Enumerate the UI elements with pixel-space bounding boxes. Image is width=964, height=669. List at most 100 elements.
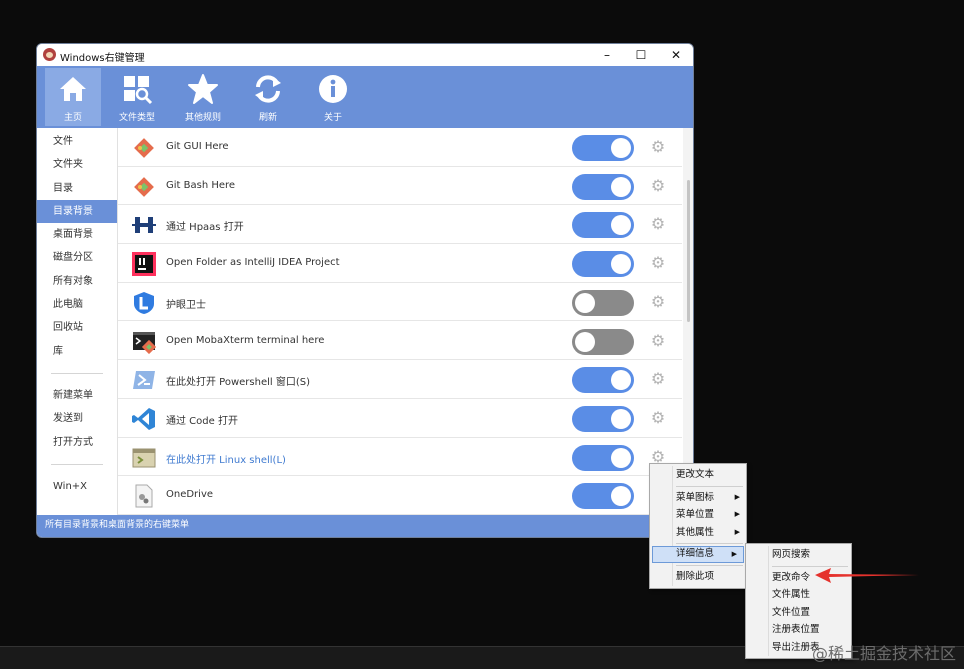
list-item[interactable]: Git Bash Here ⚙: [118, 167, 682, 206]
menu-item-label: 详细信息: [676, 548, 715, 559]
minimize-button[interactable]: –: [592, 46, 622, 64]
list-item[interactable]: 护眼卫士 ⚙: [118, 283, 682, 322]
toolbar-file-type-button[interactable]: 文件类型: [109, 68, 165, 126]
menu-item-list: Git GUI Here ⚙ Git Bash Here ⚙ 通过 Hpaas …: [118, 128, 682, 515]
sidebar-item-recycle-bin[interactable]: 回收站: [37, 316, 117, 339]
menu-item-details[interactable]: 详细信息 ▶: [652, 546, 744, 563]
gear-icon[interactable]: ⚙: [649, 176, 667, 195]
sidebar-item-open-with[interactable]: 打开方式: [37, 431, 117, 454]
vertical-scrollbar[interactable]: [683, 128, 693, 515]
toolbar-label: 主页: [63, 113, 82, 123]
onedrive-icon: [135, 484, 153, 508]
sidebar-item-directory[interactable]: 目录: [37, 177, 117, 200]
gear-icon[interactable]: ⚙: [649, 370, 667, 388]
sidebar-item-disk-partition[interactable]: 磁盘分区: [37, 246, 117, 269]
menu-item-menu-icon[interactable]: 菜单图标 ▶: [650, 489, 746, 507]
toolbar-about-button[interactable]: 关于: [305, 68, 361, 126]
menu-separator: [676, 485, 743, 487]
gear-icon[interactable]: ⚙: [649, 331, 667, 350]
enable-toggle[interactable]: [572, 289, 634, 316]
menu-separator: [676, 565, 743, 566]
toolbar-label: 其他规则: [184, 113, 221, 123]
red-arrow-annotation: [815, 568, 919, 583]
list-item[interactable]: 在此处打开 Linux shell(L) ⚙: [118, 438, 682, 477]
info-icon: [319, 75, 347, 103]
eye-guard-icon: [134, 291, 154, 314]
menu-item-label: 删除此项: [676, 571, 715, 582]
toolbar-label: 文件类型: [118, 113, 155, 123]
menu-item-other-properties[interactable]: 其他属性 ▶: [650, 524, 746, 542]
toolbar-other-rules-button[interactable]: 其他规则: [175, 68, 231, 126]
hpaas-icon: [132, 217, 156, 234]
list-item[interactable]: Git GUI Here ⚙: [118, 128, 682, 167]
powershell-icon: [133, 371, 155, 390]
menu-item-label: 更改文本: [676, 469, 715, 480]
enable-toggle[interactable]: [572, 444, 634, 471]
list-item-label: 通过 Hpaas 打开: [166, 222, 244, 234]
context-menu: 更改文本 菜单图标 ▶ 菜单位置 ▶ 其他属性 ▶ 详细信息 ▶ 删除此项: [649, 463, 747, 589]
menu-item-label: 文件位置: [772, 606, 811, 618]
scrollbar-thumb[interactable]: [687, 180, 690, 322]
sidebar-divider: [51, 463, 103, 465]
list-item[interactable]: Open MobaXterm terminal here ⚙: [118, 322, 682, 361]
intellij-icon: [132, 252, 156, 277]
menu-item-menu-position[interactable]: 菜单位置 ▶: [650, 506, 746, 524]
menu-item-label: 其他属性: [676, 526, 715, 538]
menu-item-label: 更改命令: [772, 571, 811, 583]
gear-icon[interactable]: ⚙: [649, 292, 667, 311]
toolbar-label: 刷新: [258, 113, 277, 123]
gear-icon[interactable]: ⚙: [649, 254, 667, 272]
sidebar-item-file[interactable]: 文件: [37, 130, 117, 153]
list-item[interactable]: Open Folder as IntelliJ IDEA Project ⚙: [118, 244, 682, 283]
list-item-label: 通过 Code 打开: [166, 415, 238, 427]
submenu-item-registry-location[interactable]: 注册表位置: [746, 621, 851, 639]
submenu-arrow-icon: ▶: [734, 527, 740, 536]
gear-icon[interactable]: ⚙: [649, 215, 667, 233]
list-item[interactable]: 通过 Code 打开 ⚙: [118, 399, 682, 438]
sidebar-item-library[interactable]: 库: [37, 340, 117, 363]
submenu-item-web-search[interactable]: 网页搜索: [746, 546, 851, 564]
list-item-label: Open Folder as IntelliJ IDEA Project: [166, 257, 340, 269]
submenu-arrow-icon: ▶: [734, 492, 740, 501]
toolbar-refresh-button[interactable]: 刷新: [240, 68, 296, 126]
submenu-item-file-location[interactable]: 文件位置: [746, 604, 851, 622]
enable-toggle[interactable]: [572, 251, 634, 278]
menu-item-label: 文件属性: [772, 589, 811, 600]
enable-toggle[interactable]: [572, 328, 634, 355]
title-bar: Windows右键管理 – ☐ ✕: [37, 44, 693, 66]
git-icon: [134, 138, 154, 158]
sidebar-item-desktop-background[interactable]: 桌面背景: [37, 223, 117, 246]
close-button[interactable]: ✕: [661, 46, 691, 64]
list-item[interactable]: 通过 Hpaas 打开 ⚙: [118, 205, 682, 245]
sidebar-item-folder[interactable]: 文件夹: [37, 153, 117, 176]
menu-item-label: 注册表位置: [772, 624, 820, 635]
list-item[interactable]: 在此处打开 Powershell 窗口(S) ⚙: [118, 360, 682, 399]
submenu-item-file-properties[interactable]: 文件属性: [746, 586, 851, 604]
menu-separator: [676, 543, 743, 544]
list-item-label: Git Bash Here: [166, 179, 236, 191]
gear-icon[interactable]: ⚙: [649, 408, 667, 427]
enable-toggle[interactable]: [572, 212, 634, 239]
enable-toggle[interactable]: [572, 405, 634, 432]
menu-item-delete[interactable]: 删除此项: [650, 568, 746, 586]
gear-icon[interactable]: ⚙: [649, 138, 667, 156]
sidebar-item-directory-background[interactable]: 目录背景: [37, 199, 117, 224]
toolbar: 主页 文件类型 其他规则 刷新 关于: [37, 66, 693, 128]
list-item-label: 护眼卫士: [166, 299, 206, 311]
mobaxterm-icon: [133, 331, 156, 354]
list-item-label: OneDrive: [166, 489, 214, 501]
maximize-button[interactable]: ☐: [626, 46, 656, 64]
sidebar-item-send-to[interactable]: 发送到: [37, 407, 117, 430]
sidebar-item-win-x[interactable]: Win+X: [37, 475, 117, 498]
enable-toggle[interactable]: [572, 173, 634, 200]
sidebar-item-all-objects[interactable]: 所有对象: [37, 270, 117, 293]
enable-toggle[interactable]: [572, 135, 634, 161]
toolbar-home-button[interactable]: 主页: [45, 68, 101, 126]
menu-item-change-text[interactable]: 更改文本: [650, 466, 746, 484]
enable-toggle[interactable]: [572, 367, 634, 394]
sidebar: 文件 文件夹 目录 目录背景 桌面背景 磁盘分区 所有对象 此电脑 回收站 库 …: [37, 128, 118, 515]
sidebar-item-new-menu[interactable]: 新建菜单: [37, 384, 117, 407]
enable-toggle[interactable]: [572, 483, 634, 510]
sidebar-item-this-pc[interactable]: 此电脑: [37, 293, 117, 316]
list-item[interactable]: OneDrive: [118, 476, 682, 515]
